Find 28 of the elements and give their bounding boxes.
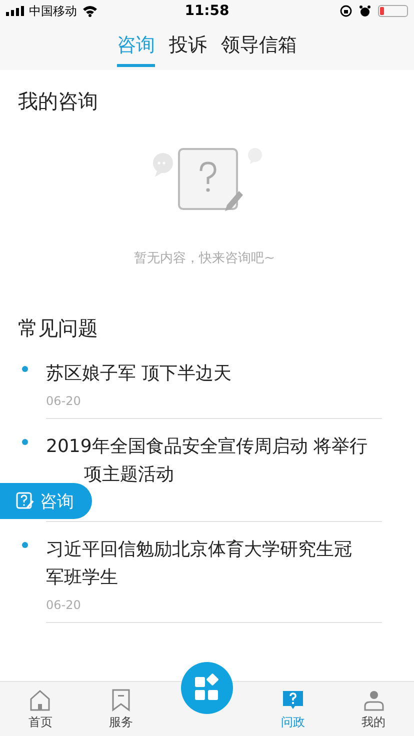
section-title: 常见问题: [18, 315, 98, 342]
home-icon: [28, 688, 52, 712]
consult-label: 咨询: [40, 490, 74, 512]
news-date: 06-20: [46, 394, 81, 408]
empty-message: 暂无内容，快来咨询吧~: [134, 250, 275, 267]
tab[interactable]: 投诉: [169, 32, 207, 67]
news-date: 06-20: [46, 598, 81, 612]
news-title[interactable]: 苏区娘子军 顶下半边天: [46, 360, 232, 388]
wifi-icon: [82, 5, 98, 17]
bullet-icon: [22, 366, 28, 372]
carrier-name: 中国移动: [29, 2, 77, 20]
news-title[interactable]: 习近平回信勉励北京体育大学研究生冠: [46, 536, 352, 564]
battery-icon: [378, 5, 408, 17]
nav-item[interactable]: 我的: [348, 688, 399, 730]
nav-item[interactable]: 首页: [15, 688, 66, 730]
rotation-lock-icon: [340, 5, 352, 17]
tab[interactable]: 领导信箱: [221, 32, 297, 67]
nav-item[interactable]: 服务: [96, 688, 146, 730]
alarm-clock-icon: [358, 5, 371, 17]
tiles-button[interactable]: [180, 662, 233, 714]
bullet-icon: [22, 439, 28, 445]
news-title[interactable]: 军班学生: [46, 564, 118, 592]
bullet-icon: [22, 542, 28, 548]
section-title: 我的咨询: [18, 88, 98, 115]
edit-question-icon: [16, 492, 34, 510]
signal-icon: [6, 6, 24, 16]
news-title[interactable]: 2019年全国食品安全宣传周启动 将举行: [46, 433, 368, 461]
status-time: 11:58: [184, 3, 230, 19]
